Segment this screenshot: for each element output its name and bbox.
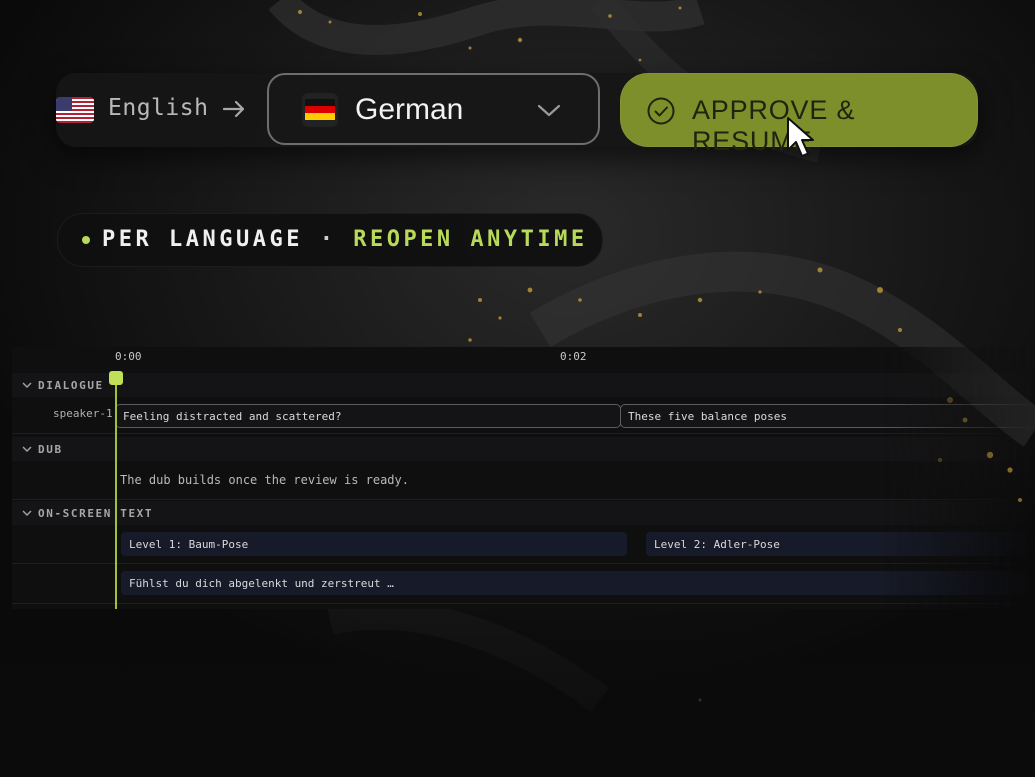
onscreen-text-clip[interactable]: Level 1: Baum-Pose [121,532,627,556]
onscreen-text-clip[interactable]: Fühlst du dich abgelenkt und zerstreut … [121,571,1035,595]
speaker-track-label: speaker-1 [53,407,113,420]
timeline-panel: 0:00 0:02 DIALOGUE speaker-1 Feeling dis… [12,347,1035,609]
chevron-down-icon [22,510,32,517]
pill-text: PER LANGUAGE · REOPEN ANYTIME [102,227,588,252]
divider [12,563,1035,564]
pill-separator: · [319,227,337,252]
arrow-right-icon [221,96,247,122]
chevron-down-icon [22,382,32,389]
divider [12,433,1035,434]
onscreen-label: ON-SCREEN TEXT [38,507,154,520]
dialogue-clip[interactable]: These five balance poses [620,404,1035,428]
playhead-line [115,377,117,609]
language-bar: English German APPROVE & RESUME [56,73,978,156]
us-flag-icon [56,97,94,123]
clip-text: Feeling distracted and scattered? [123,410,342,423]
per-language-pill: PER LANGUAGE · REOPEN ANYTIME [57,213,603,267]
clip-text: These five balance poses [628,410,787,423]
de-flag-icon [302,93,338,127]
playhead-handle[interactable] [109,371,123,385]
dub-label: DUB [38,443,63,456]
dub-section-header[interactable]: DUB [12,437,1035,461]
time-tick: 0:02 [560,350,587,363]
pill-reopen-anytime: REOPEN ANYTIME [353,227,588,252]
dialogue-label: DIALOGUE [38,379,104,392]
dub-status-message: The dub builds once the review is ready. [120,473,409,487]
clip-text: Level 1: Baum-Pose [129,538,249,551]
dialogue-clip[interactable]: Feeling distracted and scattered? [115,404,621,428]
divider [12,499,1035,500]
chevron-down-icon [22,446,32,453]
onscreen-text-clip[interactable]: Level 2: Adler-Pose [646,532,1035,556]
approve-resume-label: APPROVE & RESUME [692,95,856,156]
chevron-down-icon [536,100,562,120]
clip-text: Level 2: Adler-Pose [654,538,780,551]
source-language-label: English [108,95,209,121]
check-circle-icon [646,96,676,126]
target-language-dropdown[interactable]: German [267,73,600,145]
divider [12,603,1035,604]
mouse-cursor-icon [786,116,820,160]
pill-per-language: PER LANGUAGE [102,227,303,252]
target-language-label: German [355,93,464,126]
status-dot-icon [82,236,90,244]
clip-text: Fühlst du dich abgelenkt und zerstreut … [129,577,394,590]
time-tick: 0:00 [115,350,142,363]
onscreen-section-header[interactable]: ON-SCREEN TEXT [12,501,1035,525]
dialogue-section-header[interactable]: DIALOGUE [12,373,1035,397]
